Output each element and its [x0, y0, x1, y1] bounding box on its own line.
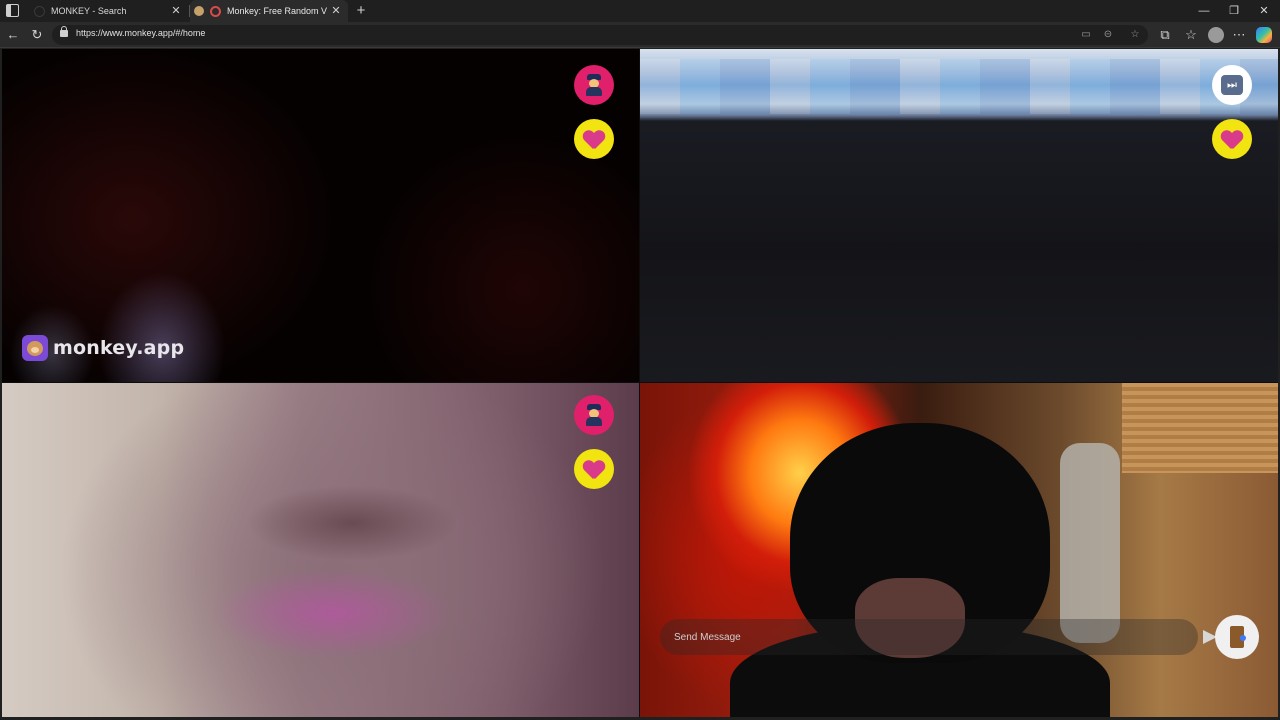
monkey-favicon-icon — [194, 6, 204, 16]
close-icon[interactable]: ✕ — [1250, 2, 1278, 20]
more-options-icon[interactable]: ⋯ — [1230, 26, 1248, 44]
police-icon — [586, 74, 602, 96]
new-tab-icon[interactable]: + — [353, 1, 369, 21]
window-blind — [1122, 383, 1278, 473]
close-tab-icon[interactable]: ✕ — [330, 4, 342, 18]
copilot-icon[interactable] — [1256, 27, 1272, 43]
tab-strip: MONKEY - Search ✕ Monkey: Free Random Vi… — [0, 0, 1280, 22]
heart-gift-icon — [1221, 129, 1243, 149]
refresh-icon[interactable]: ↻ — [28, 26, 46, 44]
tab-title: Monkey: Free Random Video Chat — [227, 6, 327, 16]
report-button[interactable] — [574, 65, 614, 105]
leave-button[interactable] — [1215, 615, 1259, 659]
screen-glare — [640, 59, 1278, 114]
lock-icon — [60, 26, 68, 37]
camera-permission-icon[interactable]: ▭ — [1078, 27, 1094, 43]
tab-monkey-video-chat[interactable]: Monkey: Free Random Video Chat ✕ — [190, 0, 348, 22]
send-message-input[interactable] — [674, 627, 1144, 647]
favorites-icon[interactable]: ☆ — [1182, 26, 1200, 44]
favorite-star-icon[interactable]: ☆ — [1127, 27, 1143, 43]
video-pane-self — [640, 383, 1278, 717]
monkey-logo-icon — [22, 335, 48, 361]
close-tab-icon[interactable]: ✕ — [170, 4, 182, 18]
tab-actions-icon[interactable] — [6, 4, 19, 17]
send-gift-button[interactable] — [574, 449, 614, 489]
skip-button[interactable]: ⏭ — [1212, 65, 1252, 105]
send-gift-button[interactable] — [1212, 119, 1252, 159]
address-bar[interactable]: https://www.monkey.app/#/home ▭ ⊝ ☆ — [52, 25, 1148, 45]
extensions-icon[interactable]: ⧉ — [1156, 26, 1174, 44]
minimize-icon[interactable]: — — [1190, 2, 1218, 20]
profile-avatar[interactable] — [1208, 27, 1224, 43]
leave-door-icon — [1230, 626, 1246, 648]
search-favicon-icon — [34, 5, 45, 17]
back-icon[interactable]: ← — [4, 26, 22, 44]
video-pane-top-left: monkey.app — [2, 49, 639, 382]
heart-gift-icon — [583, 129, 605, 149]
send-gift-button[interactable] — [574, 119, 614, 159]
video-pane-top-right: ⏭ — [640, 49, 1278, 382]
video-pane-bottom-left — [2, 383, 639, 717]
skip-icon: ⏭ — [1221, 75, 1243, 95]
url-text[interactable]: https://www.monkey.app/#/home — [76, 28, 205, 38]
monkey-watermark: monkey.app — [22, 335, 184, 361]
watermark-text: monkey.app — [53, 337, 185, 359]
chair — [1060, 443, 1120, 643]
restore-icon[interactable]: ❐ — [1220, 2, 1248, 20]
report-button[interactable] — [574, 395, 614, 435]
police-icon — [586, 404, 602, 426]
chat-bar — [660, 619, 1217, 655]
video-grid: monkey.app ⏭ — [2, 49, 1278, 717]
tab-monkey-search[interactable]: MONKEY - Search ✕ — [30, 0, 188, 22]
recording-icon — [210, 5, 221, 17]
tracking-prevention-icon[interactable]: ⊝ — [1100, 27, 1116, 43]
tab-title: MONKEY - Search — [51, 6, 127, 16]
heart-gift-icon — [583, 459, 605, 479]
browser-toolbar: ← ↻ https://www.monkey.app/#/home ▭ ⊝ ☆ … — [0, 22, 1280, 48]
